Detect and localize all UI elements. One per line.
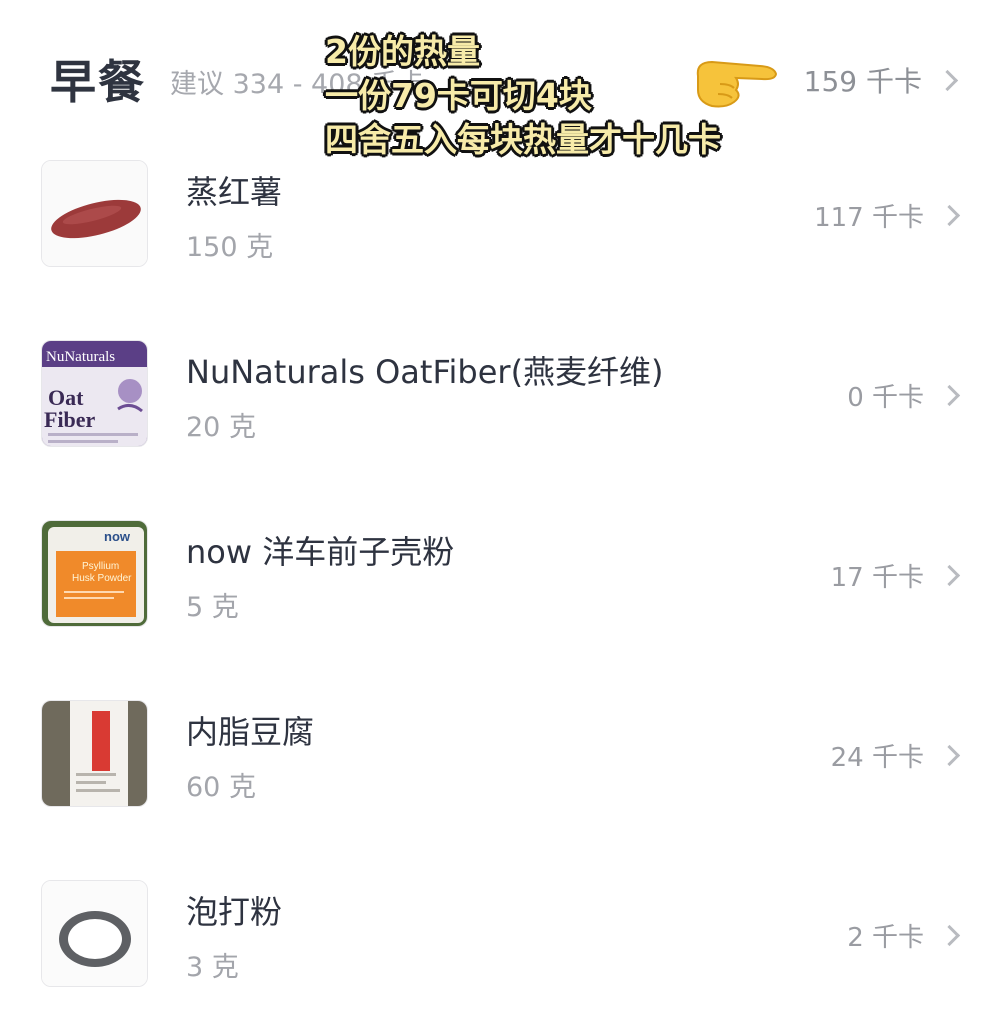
food-name: 蒸红薯 xyxy=(186,173,283,211)
image-line2-text: Husk Powder xyxy=(72,573,132,584)
food-amount: 150 克 xyxy=(186,232,274,263)
food-row[interactable]: 蒸红薯 150 克 117 千卡 xyxy=(0,155,995,275)
chevron-right-icon xyxy=(936,69,959,91)
chevron-right-icon xyxy=(938,924,961,947)
food-kcal: 2 千卡 xyxy=(847,923,924,953)
food-kcal-group: 0 千卡 xyxy=(847,377,961,414)
image-line2-text: Fiber xyxy=(44,407,96,432)
image-brand-text: NuNaturals xyxy=(46,349,115,365)
food-row[interactable]: now Psyllium Husk Powder now 洋车前子壳粉 5 克 … xyxy=(0,515,995,635)
meal-total-button[interactable]: 159 千卡 xyxy=(803,60,959,100)
food-kcal: 24 千卡 xyxy=(830,743,924,773)
chevron-right-icon xyxy=(938,204,961,227)
meal-header: 早餐 建议 334 - 408 千卡 159 千卡 2份的热量 一份79卡可切4… xyxy=(0,0,995,159)
meal-total: 159 千卡 xyxy=(803,65,922,98)
food-kcal-group: 24 千卡 xyxy=(830,737,961,774)
food-kcal-group: 117 千卡 xyxy=(814,197,961,234)
food-kcal: 0 千卡 xyxy=(847,383,924,413)
food-row[interactable]: 内脂豆腐 60 克 24 千卡 xyxy=(0,695,995,815)
chevron-right-icon xyxy=(938,564,961,587)
food-amount: 60 克 xyxy=(186,772,256,803)
food-name: 泡打粉 xyxy=(186,893,283,931)
food-name: NuNaturals OatFiber(燕麦纤维) xyxy=(186,353,664,391)
chevron-right-icon xyxy=(938,384,961,407)
image-line1-text: Psyllium xyxy=(82,561,119,572)
chevron-right-icon xyxy=(938,744,961,767)
food-name: now 洋车前子壳粉 xyxy=(186,533,455,571)
food-kcal: 17 千卡 xyxy=(830,563,924,593)
food-amount: 20 克 xyxy=(186,412,256,443)
food-image-tofu xyxy=(41,700,148,807)
food-amount: 3 克 xyxy=(186,952,239,983)
food-name: 内脂豆腐 xyxy=(186,713,315,751)
food-kcal-group: 17 千卡 xyxy=(830,557,961,594)
food-row[interactable]: NuNaturals Oat Fiber NuNaturals OatFiber… xyxy=(0,335,995,455)
food-row[interactable]: 泡打粉 3 克 2 千卡 xyxy=(0,875,995,995)
pointing-hand-icon xyxy=(696,60,778,108)
food-kcal: 117 千卡 xyxy=(814,203,924,233)
meal-title: 早餐 xyxy=(50,55,146,109)
food-image-sweet-potato xyxy=(41,160,148,267)
image-brand-text: now xyxy=(104,529,131,544)
food-image-oat-fiber: NuNaturals Oat Fiber xyxy=(41,340,148,447)
food-image-psyllium: now Psyllium Husk Powder xyxy=(41,520,148,627)
food-kcal-group: 2 千卡 xyxy=(847,917,961,954)
food-amount: 5 克 xyxy=(186,592,239,623)
food-image-baking-powder xyxy=(41,880,148,987)
